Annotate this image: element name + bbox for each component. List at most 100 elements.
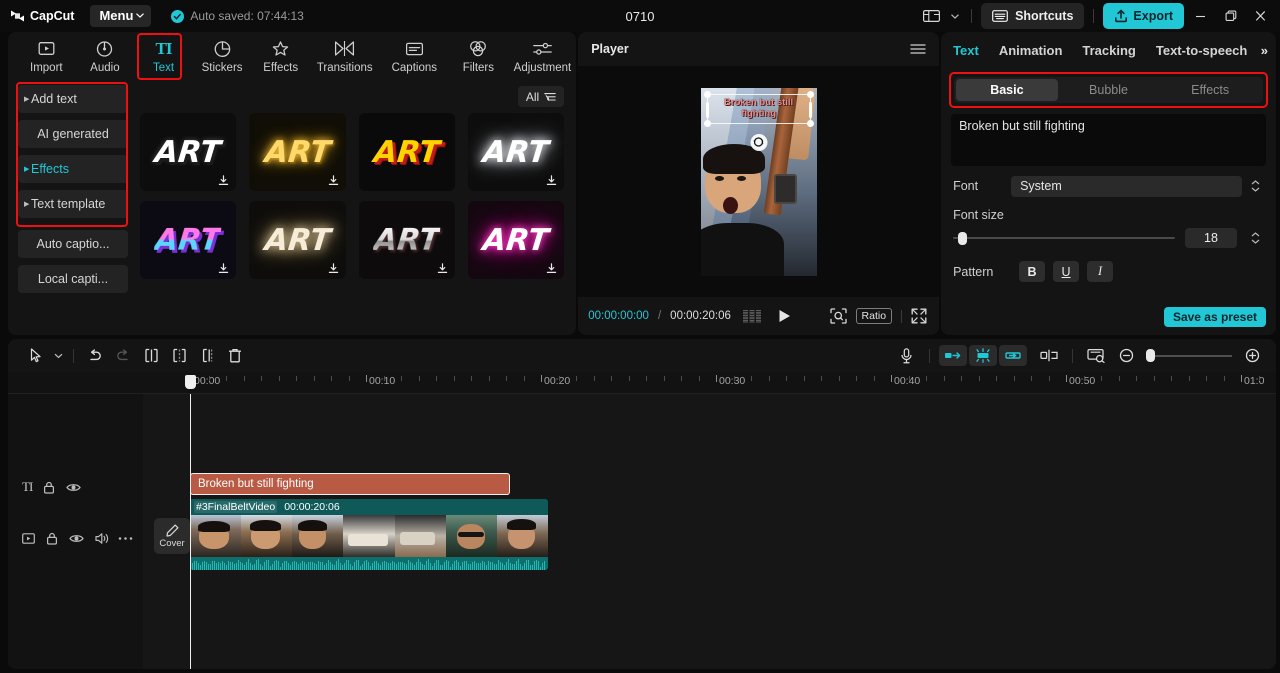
speed-in-icon[interactable] [939,345,967,366]
sidebar-item-local-captions[interactable]: Local capti... [18,265,128,293]
text-overlay-box[interactable]: Broken but still fighting [703,90,814,127]
timeline-ruler[interactable]: 00:00 00:10 00:20 00:30 00:40 00:50 01:0 [8,372,1276,394]
play-icon[interactable] [778,309,791,323]
shortcuts-button[interactable]: Shortcuts [981,3,1085,29]
export-button[interactable]: Export [1103,3,1184,29]
download-icon[interactable] [546,263,557,274]
segment-bubble[interactable]: Bubble [1058,79,1160,101]
playhead[interactable] [185,375,196,669]
nav-item-transitions[interactable]: Transitions [311,33,379,79]
split-icon[interactable] [137,344,165,368]
text-content-input[interactable]: Broken but still fighting [951,114,1266,166]
keyframe-icon[interactable] [969,345,997,366]
mirror-icon[interactable] [1035,344,1063,368]
close-icon[interactable] [1246,3,1274,29]
zoom-knob[interactable] [1146,349,1155,362]
segment-basic[interactable]: Basic [956,79,1058,101]
trim-left-icon[interactable] [165,344,193,368]
italic-button[interactable]: I [1087,261,1114,282]
download-icon[interactable] [218,175,229,186]
select-caret-icon[interactable] [50,344,66,368]
handle-right[interactable] [808,101,812,118]
ratio-button[interactable]: Ratio [855,308,893,324]
download-icon[interactable] [328,263,339,274]
handle-left[interactable] [705,101,709,118]
tab-text[interactable]: Text [953,43,979,58]
trim-right-icon[interactable] [193,344,221,368]
font-size-stepper[interactable] [1247,227,1264,249]
layout-caret-icon[interactable] [948,4,962,28]
effect-card[interactable]: ART [140,113,237,191]
text-clip[interactable]: Broken but still fighting [190,473,510,495]
nav-item-import[interactable]: Import [18,33,75,79]
more-dots-icon[interactable] [118,536,133,541]
nav-item-effects[interactable]: Effects [252,33,309,79]
speed-out-icon[interactable] [999,345,1027,366]
maximize-icon[interactable] [1216,3,1244,29]
nav-item-filters[interactable]: Filters [450,33,507,79]
eye-icon[interactable] [69,533,84,544]
fullscreen-icon[interactable] [911,308,927,324]
effect-card[interactable]: ART [358,201,455,279]
handle-bottom-left[interactable] [703,119,711,127]
effect-card[interactable]: ART [249,113,346,191]
chevron-double-right-icon[interactable]: » [1261,43,1268,58]
tab-text-to-speech[interactable]: Text-to-speech [1156,43,1248,58]
nav-item-captions[interactable]: Captions [381,33,449,79]
eye-icon[interactable] [66,482,81,493]
microphone-icon[interactable] [892,344,920,368]
bold-button[interactable]: B [1019,261,1046,282]
rotate-icon[interactable] [750,133,768,151]
frames-icon[interactable] [742,309,761,323]
nav-item-text[interactable]: TI Text [135,33,192,79]
filter-all-button[interactable]: All [517,86,565,107]
download-icon[interactable] [328,175,339,186]
hamburger-icon[interactable] [910,43,926,55]
sidebar-item-text-template[interactable]: ▶ Text template [18,190,128,218]
redo-icon[interactable] [109,344,137,368]
nav-item-stickers[interactable]: Stickers [194,33,251,79]
zoom-in-icon[interactable] [1238,344,1266,368]
crop-preview-icon[interactable] [1082,344,1110,368]
video-clip[interactable]: #3FinalBeltVideo 00:00:20:06 [190,499,548,570]
cursor-select-icon[interactable] [22,344,50,368]
font-size-slider[interactable] [953,231,1175,245]
tab-animation[interactable]: Animation [999,43,1063,58]
menu-button[interactable]: Menu [90,5,152,27]
timeline-zoom-slider[interactable] [1146,349,1232,363]
effect-card[interactable]: ART [358,113,455,191]
save-as-preset-button[interactable]: Save as preset [1163,307,1266,327]
track-lanes[interactable]: Cover Broken but still fighting #3FinalB… [143,375,1276,669]
undo-icon[interactable] [81,344,109,368]
effect-card[interactable]: ART [140,201,237,279]
cover-button[interactable]: Cover [154,518,190,554]
segment-effects[interactable]: Effects [1159,79,1261,101]
font-size-input[interactable]: 18 [1185,228,1237,248]
nav-item-audio[interactable]: Audio [77,33,134,79]
handle-top-left[interactable] [703,90,711,98]
sidebar-item-effects[interactable]: ▶ Effects [18,155,128,183]
download-icon[interactable] [218,263,229,274]
playhead-knob[interactable] [185,375,196,389]
nav-item-adjustment[interactable]: Adjustment [509,33,577,79]
download-icon[interactable] [546,175,557,186]
lock-icon[interactable] [46,532,58,545]
speaker-icon[interactable] [95,532,110,545]
layout-icon[interactable] [916,4,946,28]
effect-card[interactable]: ART [249,201,346,279]
sidebar-item-ai-generated[interactable]: AI generated [18,120,128,148]
effect-card[interactable]: ART [467,201,565,279]
font-stepper[interactable] [1247,175,1264,197]
delete-icon[interactable] [221,344,249,368]
effect-card[interactable]: ART [467,113,565,191]
handle-top-right[interactable] [806,90,814,98]
slider-knob[interactable] [958,231,968,245]
font-select[interactable]: System [1011,175,1242,197]
zoom-out-icon[interactable] [1112,344,1140,368]
underline-button[interactable]: U [1053,261,1080,282]
magnify-frame-icon[interactable] [829,308,847,324]
download-icon[interactable] [437,263,448,274]
sidebar-item-add-text[interactable]: ▶ Add text [18,85,128,113]
tab-tracking[interactable]: Tracking [1082,43,1135,58]
handle-bottom-right[interactable] [806,119,814,127]
